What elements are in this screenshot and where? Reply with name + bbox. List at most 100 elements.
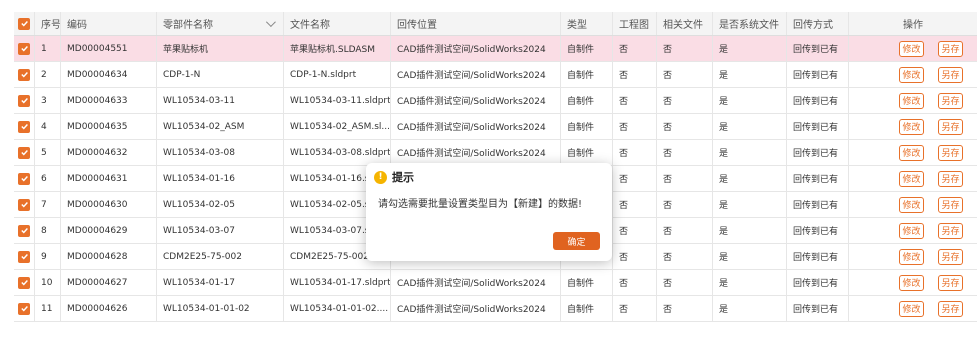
header-system-file: 是否系统文件 (713, 12, 787, 35)
cell-method: 回传到已有 (787, 88, 849, 113)
table-row[interactable]: 4 MD00004635 WL10534-02_ASM WL10534-02_ASM.… (14, 114, 977, 140)
row-checkbox[interactable] (18, 224, 30, 237)
cell-code: MD00004634 (61, 62, 157, 87)
save-as-button[interactable]: 另存 (938, 118, 963, 135)
select-all-checkbox[interactable] (18, 17, 30, 30)
cell-method: 回传到已有 (787, 36, 849, 61)
cell-code: MD00004626 (61, 296, 157, 321)
save-as-button[interactable]: 另存 (938, 66, 963, 83)
save-as-button[interactable]: 另存 (938, 92, 963, 109)
row-checkbox[interactable] (18, 68, 30, 81)
save-as-button[interactable]: 另存 (938, 248, 963, 265)
edit-button[interactable]: 修改 (899, 92, 924, 109)
row-checkbox[interactable] (18, 146, 30, 159)
edit-button[interactable]: 修改 (899, 222, 924, 239)
row-checkbox-cell[interactable] (14, 218, 35, 243)
cell-ops: 修改 另存 (849, 36, 977, 61)
edit-button[interactable]: 修改 (899, 40, 924, 57)
cell-seq: 1 (35, 36, 61, 61)
table-row[interactable]: 11 MD00004626 WL10534-01-01-02 WL10534-01-0… (14, 296, 977, 322)
cell-related: 否 (657, 36, 713, 61)
edit-button[interactable]: 修改 (899, 66, 924, 83)
cell-code: MD00004627 (61, 270, 157, 295)
row-checkbox[interactable] (18, 172, 30, 185)
cell-method: 回传到已有 (787, 270, 849, 295)
row-checkbox-cell[interactable] (14, 296, 35, 321)
row-checkbox[interactable] (18, 302, 30, 315)
cell-file-name: CDP-1-N.sldprt (284, 62, 391, 87)
header-part-name[interactable]: 零部件名称 (157, 12, 284, 35)
cell-system-file: 是 (713, 36, 787, 61)
save-as-button[interactable]: 另存 (938, 274, 963, 291)
cell-type: 自制件 (561, 62, 613, 87)
cell-ops: 修改 另存 (849, 114, 977, 139)
edit-button[interactable]: 修改 (899, 118, 924, 135)
cell-part-name: 苹果贴标机 (157, 36, 284, 61)
cell-drawing: 否 (613, 114, 657, 139)
cell-code: MD00004631 (61, 166, 157, 191)
cell-location: CAD插件测试空间/SolidWorks2024 (391, 88, 561, 113)
cell-type: 自制件 (561, 114, 613, 139)
row-checkbox[interactable] (18, 276, 30, 289)
edit-button[interactable]: 修改 (899, 196, 924, 213)
edit-button[interactable]: 修改 (899, 274, 924, 291)
cell-ops: 修改 另存 (849, 166, 977, 191)
cell-type: 自制件 (561, 270, 613, 295)
select-all-cell[interactable] (14, 12, 35, 35)
cell-system-file: 是 (713, 88, 787, 113)
save-as-button[interactable]: 另存 (938, 144, 963, 161)
save-as-button[interactable]: 另存 (938, 40, 963, 57)
edit-button[interactable]: 修改 (899, 144, 924, 161)
row-checkbox-cell[interactable] (14, 36, 35, 61)
header-related: 相关文件 (657, 12, 713, 35)
cell-drawing: 否 (613, 166, 657, 191)
row-checkbox-cell[interactable] (14, 192, 35, 217)
cell-seq: 5 (35, 140, 61, 165)
warning-icon: ! (374, 170, 387, 184)
cell-drawing: 否 (613, 140, 657, 165)
table-row[interactable]: 2 MD00004634 CDP-1-N CDP-1-N.sldprt CAD插件测试空… (14, 62, 977, 88)
save-as-button[interactable]: 另存 (938, 300, 963, 317)
cell-ops: 修改 另存 (849, 140, 977, 165)
row-checkbox[interactable] (18, 250, 30, 263)
cell-method: 回传到已有 (787, 296, 849, 321)
cell-location: CAD插件测试空间/SolidWorks2024 (391, 114, 561, 139)
cell-related: 否 (657, 244, 713, 269)
cell-drawing: 否 (613, 62, 657, 87)
cell-part-name: CDP-1-N (157, 62, 284, 87)
row-checkbox[interactable] (18, 198, 30, 211)
cell-seq: 2 (35, 62, 61, 87)
cell-ops: 修改 另存 (849, 88, 977, 113)
cell-system-file: 是 (713, 166, 787, 191)
cell-seq: 9 (35, 244, 61, 269)
row-checkbox[interactable] (18, 120, 30, 133)
cell-system-file: 是 (713, 140, 787, 165)
table-row[interactable]: 3 MD00004633 WL10534-03-11 WL10534-03-11.sl… (14, 88, 977, 114)
row-checkbox-cell[interactable] (14, 114, 35, 139)
chevron-down-icon[interactable] (265, 17, 276, 28)
cell-location: CAD插件测试空间/SolidWorks2024 (391, 140, 561, 165)
row-checkbox-cell[interactable] (14, 166, 35, 191)
cell-file-name: 苹果贴标机.SLDASM (284, 36, 391, 61)
row-checkbox-cell[interactable] (14, 270, 35, 295)
row-checkbox-cell[interactable] (14, 88, 35, 113)
cell-type: 自制件 (561, 88, 613, 113)
save-as-button[interactable]: 另存 (938, 222, 963, 239)
cell-related: 否 (657, 192, 713, 217)
table-row[interactable]: 1 MD00004551 苹果贴标机 苹果贴标机.SLDASM CAD插件测试空间/So… (14, 36, 977, 62)
row-checkbox[interactable] (18, 42, 30, 55)
edit-button[interactable]: 修改 (899, 248, 924, 265)
cell-code: MD00004628 (61, 244, 157, 269)
save-as-button[interactable]: 另存 (938, 170, 963, 187)
row-checkbox-cell[interactable] (14, 244, 35, 269)
row-checkbox[interactable] (18, 94, 30, 107)
cell-code: MD00004551 (61, 36, 157, 61)
row-checkbox-cell[interactable] (14, 140, 35, 165)
edit-button[interactable]: 修改 (899, 300, 924, 317)
cell-seq: 10 (35, 270, 61, 295)
save-as-button[interactable]: 另存 (938, 196, 963, 213)
dialog-ok-button[interactable]: 确定 (553, 232, 600, 250)
edit-button[interactable]: 修改 (899, 170, 924, 187)
table-row[interactable]: 10 MD00004627 WL10534-01-17 WL10534-01-17.s… (14, 270, 977, 296)
row-checkbox-cell[interactable] (14, 62, 35, 87)
